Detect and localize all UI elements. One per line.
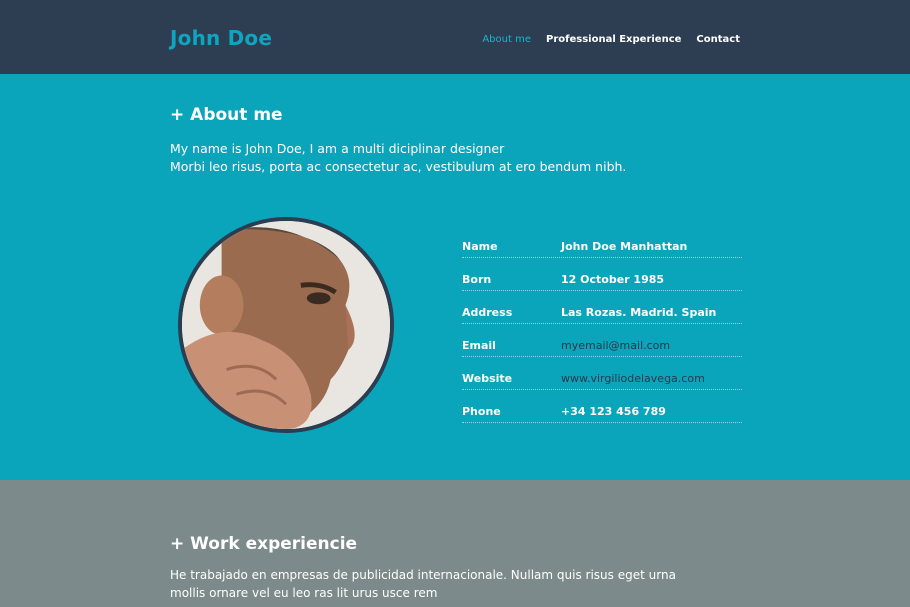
work-section: + Work experiencie He trabajado en empre… xyxy=(0,480,910,607)
detail-row-born: Born 12 October 1985 xyxy=(462,258,742,291)
nav-contact[interactable]: Contact xyxy=(696,34,740,45)
website-link[interactable]: www.virgiliodelavega.com xyxy=(561,372,742,385)
email-link[interactable]: myemail@mail.com xyxy=(561,339,742,352)
profile-photo xyxy=(178,217,394,433)
detail-row-website: Website www.virgiliodelavega.com xyxy=(462,357,742,390)
detail-label: Born xyxy=(462,272,492,286)
nav-professional-experience[interactable]: Professional Experience xyxy=(546,34,681,45)
detail-row-address: Address Las Rozas. Madrid. Spain xyxy=(462,291,742,324)
site-header: John Doe About me Professional Experienc… xyxy=(0,0,910,74)
work-text-line: He trabajado en empresas de publicidad i… xyxy=(170,568,676,582)
detail-row-phone: Phone +34 123 456 789 xyxy=(462,390,742,423)
about-title: + About me xyxy=(170,105,283,125)
work-text: He trabajado en empresas de publicidad i… xyxy=(170,566,680,602)
intro-line: My name is John Doe, I am a multi dicipl… xyxy=(170,141,505,156)
detail-row-name: Name John Doe Manhattan xyxy=(462,225,742,258)
intro-line: Morbi leo risus, porta ac consectetur ac… xyxy=(170,159,627,174)
detail-value: 12 October 1985 xyxy=(561,272,665,286)
site-brand[interactable]: John Doe xyxy=(170,26,272,50)
detail-label: Address xyxy=(462,305,513,319)
nav-about-me[interactable]: About me xyxy=(482,34,531,45)
detail-value: Las Rozas. Madrid. Spain xyxy=(561,305,717,319)
work-title: + Work experiencie xyxy=(170,534,358,554)
detail-row-email: Email myemail@mail.com xyxy=(462,324,742,357)
detail-value: +34 123 456 789 xyxy=(561,404,666,418)
detail-label: Name xyxy=(462,239,498,253)
about-section: + About me My name is John Doe, I am a m… xyxy=(0,74,910,480)
detail-label: Website xyxy=(462,371,513,385)
details-list: Name John Doe Manhattan Born 12 October … xyxy=(462,225,742,423)
about-intro: My name is John Doe, I am a multi dicipl… xyxy=(170,140,626,176)
detail-label: Phone xyxy=(462,404,501,418)
detail-value: John Doe Manhattan xyxy=(561,239,688,253)
main-nav: About me Professional Experience Contact xyxy=(482,34,740,45)
work-text-line: mollis ornare vel eu leo ras lit urus us… xyxy=(170,586,438,600)
profile-photo-illustration xyxy=(182,221,390,429)
detail-label: Email xyxy=(462,338,496,352)
